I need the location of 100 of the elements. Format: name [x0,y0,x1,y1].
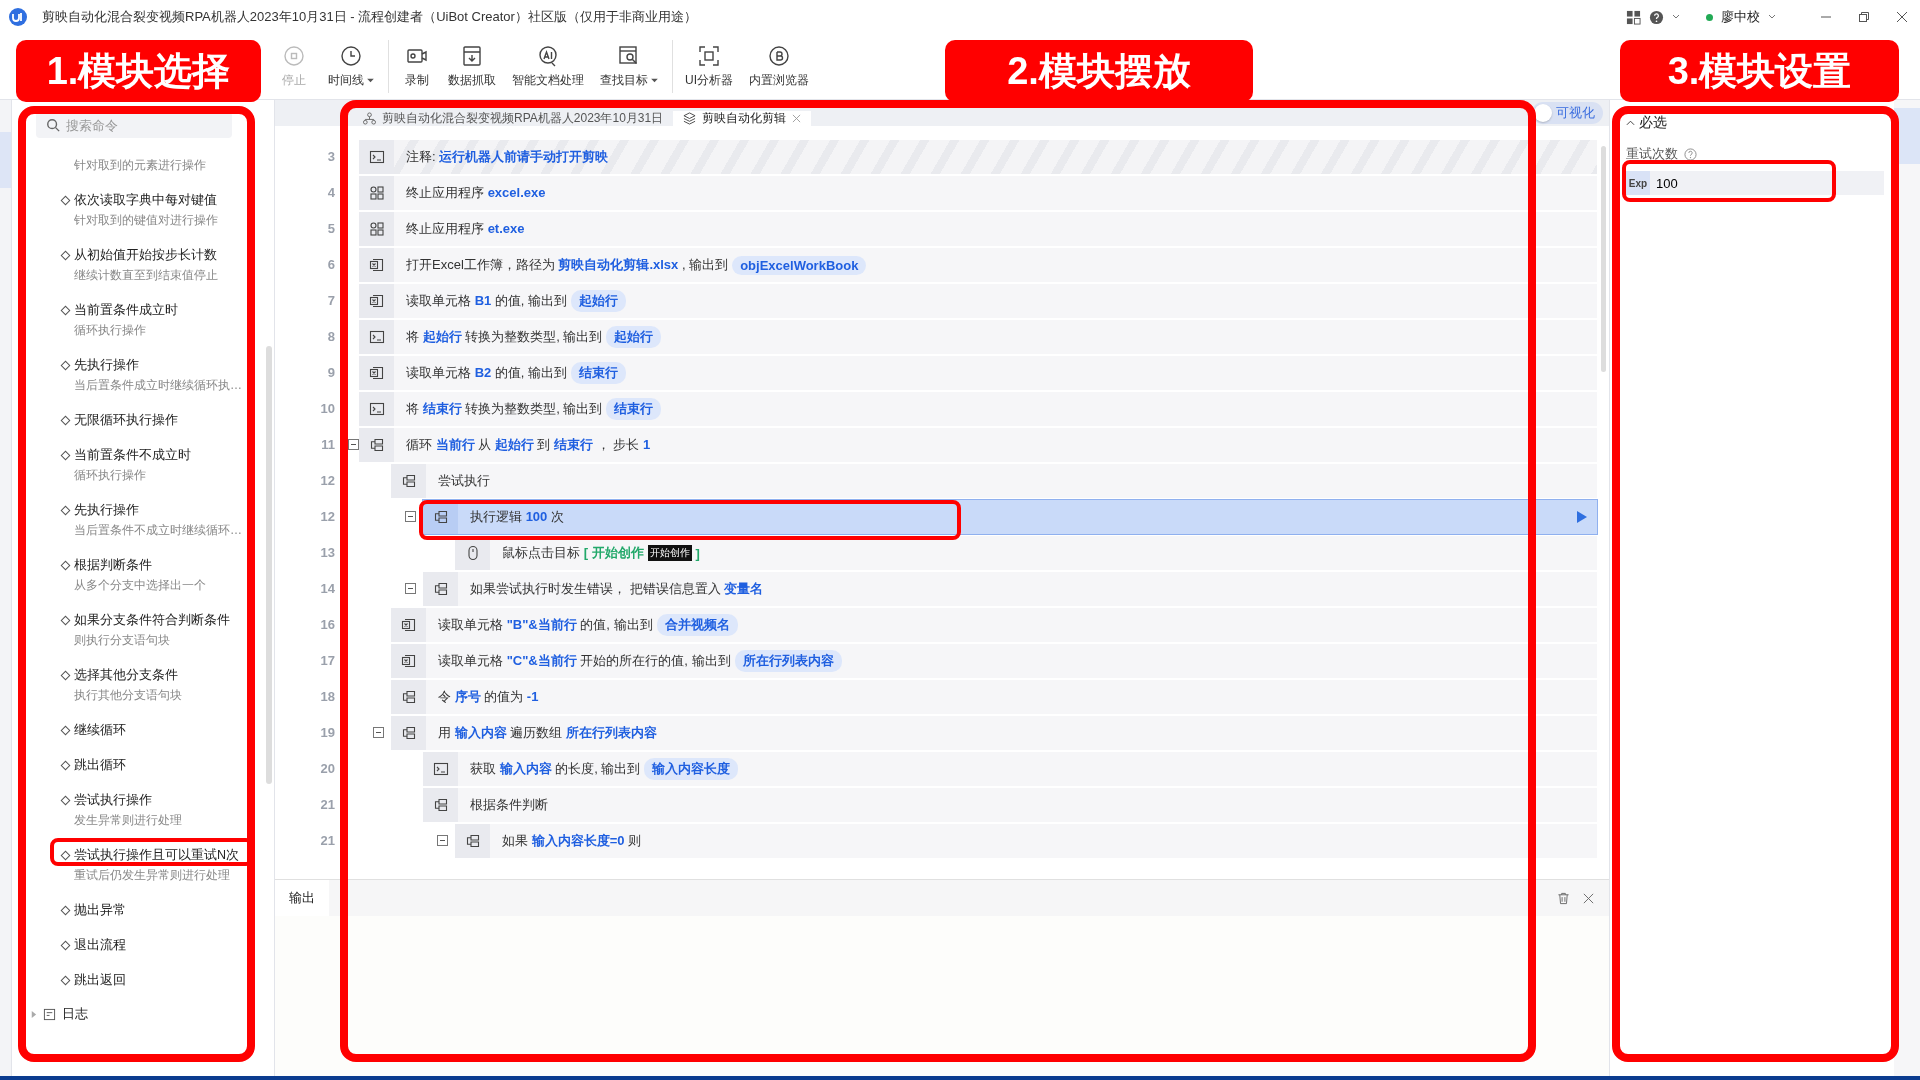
command-item[interactable]: 当前置条件成立时 [74,301,178,319]
collapse-toggle[interactable] [405,583,416,594]
retry-count-field[interactable]: 100 [1650,171,1884,195]
command-item[interactable]: 退出流程 [74,936,126,954]
trash-icon[interactable] [1557,891,1570,905]
command-item[interactable]: 继续循环 [74,721,126,739]
command-description: 从多个分支中选择出一个 [74,577,207,594]
play-icon[interactable] [1577,511,1587,523]
hierarchy-icon [363,112,376,125]
block-icon [432,797,449,813]
ai-icon [536,44,560,68]
step-row[interactable]: 如果 输入内容长度=0 则 [455,824,1597,858]
command-item[interactable]: 从初始值开始按步长计数 [74,246,217,264]
line-number: 3 [326,148,335,166]
command-item[interactable]: 如果分支条件符合判断条件 [74,611,230,629]
command-item[interactable]: 抛出异常 [74,901,126,919]
block-icon [432,581,449,597]
visual-toggle[interactable]: 可视化 [1532,102,1603,124]
scrollbar[interactable] [266,346,272,784]
help-icon[interactable] [1649,9,1664,25]
editor-tab[interactable]: 剪映自动化混合裂变视频RPA机器人2023年10月31日 [353,111,674,126]
command-item[interactable]: 根据判断条件 [74,556,152,574]
block-icon [464,833,481,849]
step-row[interactable]: 终止应用程序 excel.exe [359,176,1597,210]
close-icon[interactable] [1582,891,1595,905]
step-row[interactable]: 根据条件判断 [423,788,1597,822]
step-row[interactable]: 注释: 运行机器人前请手动打开剪映 [359,140,1597,174]
command-description: 针对取到的键值对进行操作 [74,212,219,229]
step-row[interactable]: 读取单元格 B1 的值, 输出到 起始行 [359,284,1597,318]
block-icon [368,437,385,453]
variable-chip: 输入内容长度 [644,758,739,780]
step-text: 读取单元格 B2 的值, 输出到 [406,364,568,382]
command-description: 则执行分支语句块 [74,632,171,649]
toolbar-button[interactable]: 数据抓取 [440,40,504,93]
editor-tab[interactable]: 剪映自动化剪辑 [673,111,812,126]
command-description: 当后置条件不成立时继续循环… [74,522,243,539]
app-logo-icon [8,7,28,27]
line-number: 14 [319,580,335,598]
command-item[interactable]: 依次读取字典中每对键值 [74,191,217,209]
command-item[interactable]: 跳出循环 [74,756,126,774]
command-item[interactable]: 无限循环执行操作 [74,411,178,429]
command-item[interactable]: 尝试执行操作 [74,791,152,809]
toolbar-button[interactable]: 智能文档处理 [504,40,592,93]
section-header[interactable]: 必选 [1626,114,1884,132]
step-row[interactable]: 鼠标点击目标 [ 开始创作 开始创作 ] [455,536,1597,570]
step-row[interactable]: 令 序号 的值为 -1 [391,680,1597,714]
step-row[interactable]: 将 起始行 转换为整数类型, 输出到 起始行 [359,320,1597,354]
layout-icon[interactable] [1626,9,1641,25]
help-icon[interactable] [1684,148,1697,161]
collapse-toggle[interactable] [373,727,384,738]
command-item[interactable]: 先执行操作 [74,356,139,374]
scrollbar[interactable] [1601,146,1606,372]
line-number: 18 [319,688,335,706]
command-item[interactable]: 尝试执行操作且可以重试N次 [74,846,240,864]
step-row[interactable]: 终止应用程序 et.exe [359,212,1597,246]
caret-icon[interactable] [1672,14,1680,20]
restore-icon[interactable] [1858,11,1870,23]
toolbar-button[interactable]: 查找目标 [592,40,666,93]
step-text: 打开Excel工作簿，路径为 剪映自动化剪辑.xlsx , 输出到 [406,256,729,274]
step-row[interactable]: 用 输入内容 遍历数组 所在行列表内容 [391,716,1597,750]
line-number: 5 [326,220,335,238]
caret-icon [651,78,658,83]
output-tab[interactable]: 输出 [275,880,329,916]
command-item[interactable]: 先执行操作 [74,501,139,519]
step-row[interactable]: 读取单元格 B2 的值, 输出到 结束行 [359,356,1597,390]
line-number: 12 [319,508,335,526]
search-field[interactable]: 搜索命令 [36,112,232,138]
step-row[interactable]: 将 结束行 转换为整数类型, 输出到 结束行 [359,392,1597,426]
annotation-label: 2.模块摆放 [945,40,1253,102]
toolbar-button[interactable]: 录制 [388,40,440,93]
group-item[interactable]: 日志 [30,1005,266,1023]
command-item[interactable]: 选择其他分支条件 [74,666,178,684]
collapse-toggle[interactable] [437,835,448,846]
collapse-toggle[interactable] [405,511,416,522]
step-row[interactable]: 尝试执行 [391,464,1597,498]
command-item[interactable]: 当前置条件不成立时 [74,446,191,464]
command-item[interactable]: 跳出返回 [74,971,126,989]
window-title: 剪映自动化混合裂变视频RPA机器人2023年10月31日 - 流程创建者（UiBot Creator）社区版（仅用于非商业用途） [42,8,697,26]
step-row[interactable]: 如果尝试执行时发生错误， 把错误信息置入 变量名 [423,572,1597,606]
line-number: 6 [326,256,335,274]
line-number: 11 [320,436,335,454]
step-row[interactable]: 执行逻辑 100 次 [423,500,1597,534]
step-row[interactable]: 打开Excel工作簿，路径为 剪映自动化剪辑.xlsx , 输出到 objExcelWorkBook [359,248,1597,282]
step-text: 读取单元格 "C"&当前行 开始的所在行的值, 输出到 [438,652,731,670]
collapse-toggle[interactable] [348,439,359,450]
command-description: 执行其他分支语句块 [74,687,183,704]
caret-icon[interactable] [1768,14,1776,20]
toolbar-button[interactable]: 内置浏览器 [741,40,817,93]
variable-chip: 起始行 [571,290,627,312]
step-text: 注释: 运行机器人前请手动打开剪映 [406,148,609,166]
step-row[interactable]: 获取 输入内容 的长度, 输出到 输入内容长度 [423,752,1597,786]
step-row[interactable]: 读取单元格 "B"&当前行 的值, 输出到 合并视频名 [391,608,1597,642]
variable-chip: 结束行 [571,362,627,384]
user-name[interactable]: 廖中校 [1721,8,1760,26]
close-icon[interactable] [1896,11,1908,23]
expression-badge: Exp [1626,171,1650,195]
toolbar-button[interactable]: UI分析器 [672,40,741,93]
toolbar-button[interactable]: 时间线 [320,40,382,93]
step-row[interactable]: 循环 当前行 从 起始行 到 结束行 ， 步长 1 [359,428,1597,462]
step-row[interactable]: 读取单元格 "C"&当前行 开始的所在行的值, 输出到 所在行列表内容 [391,644,1597,678]
